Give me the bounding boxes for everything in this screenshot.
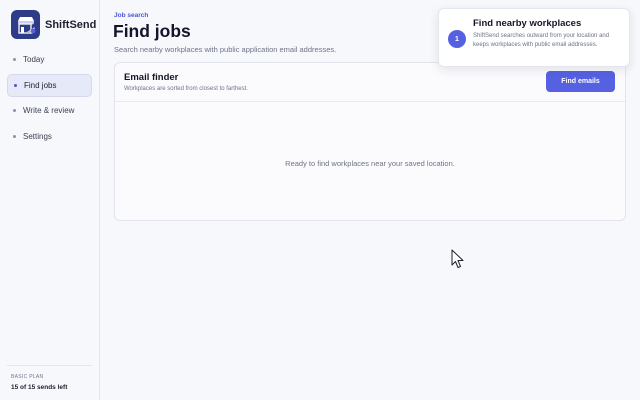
page-title: Find jobs: [113, 21, 191, 41]
brand: ShiftSend: [11, 10, 96, 39]
mouse-pointer-icon: [451, 249, 464, 268]
card-header: Email finder Workplaces are sorted from …: [115, 63, 625, 102]
sidebar-item-today[interactable]: Today: [7, 48, 92, 71]
plan-summary: BASIC PLAN 15 of 15 sends left: [7, 365, 92, 391]
storefront-send-icon: [11, 10, 40, 39]
sidebar-item-label: Today: [23, 55, 45, 64]
sidebar-item-write-review[interactable]: Write & review: [7, 99, 92, 122]
sidebar-item-label: Settings: [23, 131, 52, 141]
bullet-icon: [13, 109, 16, 112]
sidebar: ShiftSend Today Find jobs Write & review…: [0, 0, 100, 400]
tooltip-title: Find nearby workplaces: [473, 18, 582, 29]
plan-sends-remaining: 15 of 15 sends left: [11, 384, 68, 391]
tooltip-body: ShiftSend searches outward from your loc…: [473, 33, 610, 48]
find-emails-button[interactable]: Find emails: [546, 71, 615, 92]
bullet-icon: [13, 134, 16, 138]
bullet-icon: [14, 83, 17, 87]
sidebar-item-find-jobs[interactable]: Find jobs: [7, 73, 92, 97]
sidebar-nav: Today Find jobs Write & review Settings: [7, 48, 92, 150]
page-subtitle: Search nearby workplaces with public app…: [114, 45, 337, 54]
step-number-badge: 1: [448, 30, 466, 48]
breadcrumb: Job search: [114, 12, 149, 19]
sidebar-item-label: Find jobs: [24, 80, 57, 90]
bullet-icon: [13, 58, 16, 61]
onboarding-tooltip: 1 Find nearby workplaces ShiftSend searc…: [438, 8, 630, 67]
brand-name: ShiftSend: [45, 18, 97, 31]
card-description: Workplaces are sorted from closest to fa…: [124, 86, 248, 92]
card-title: Email finder: [124, 72, 179, 83]
empty-state-message: Ready to find workplaces near your saved…: [285, 159, 455, 168]
plan-label: BASIC PLAN: [11, 374, 44, 380]
sidebar-item-label: Write & review: [23, 106, 75, 115]
sidebar-item-settings[interactable]: Settings: [7, 125, 92, 148]
email-finder-card: Email finder Workplaces are sorted from …: [114, 62, 626, 221]
